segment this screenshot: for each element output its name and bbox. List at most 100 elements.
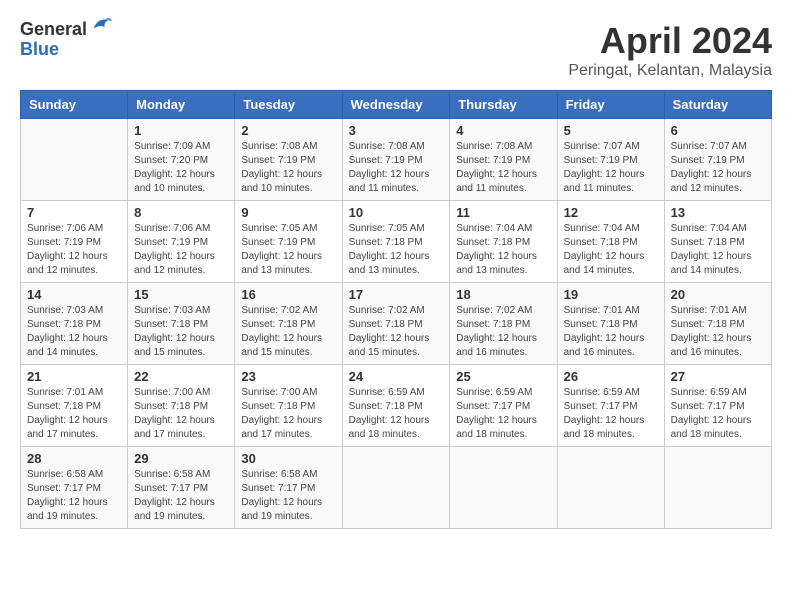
- calendar-cell: [557, 447, 664, 529]
- day-info: Sunrise: 6:59 AM Sunset: 7:17 PM Dayligh…: [564, 386, 658, 442]
- logo-general-text: General: [20, 20, 87, 40]
- day-number: 8: [134, 205, 228, 220]
- calendar-cell: 29 Sunrise: 6:58 AM Sunset: 7:17 PM Dayli…: [128, 447, 235, 529]
- day-number: 5: [564, 123, 658, 138]
- day-number: 3: [349, 123, 444, 138]
- day-info: Sunrise: 7:06 AM Sunset: 7:19 PM Dayligh…: [27, 222, 121, 278]
- calendar-cell: [21, 119, 128, 201]
- calendar-cell: 28 Sunrise: 6:58 AM Sunset: 7:17 PM Dayli…: [21, 447, 128, 529]
- day-number: 21: [27, 369, 121, 384]
- day-number: 7: [27, 205, 121, 220]
- header-wednesday: Wednesday: [342, 91, 450, 119]
- header-thursday: Thursday: [450, 91, 557, 119]
- day-number: 17: [349, 287, 444, 302]
- calendar-week-row: 21 Sunrise: 7:01 AM Sunset: 7:18 PM Dayli…: [21, 365, 772, 447]
- calendar-cell: 12 Sunrise: 7:04 AM Sunset: 7:18 PM Dayli…: [557, 201, 664, 283]
- calendar-cell: 17 Sunrise: 7:02 AM Sunset: 7:18 PM Dayli…: [342, 283, 450, 365]
- day-number: 28: [27, 451, 121, 466]
- day-number: 16: [241, 287, 335, 302]
- day-info: Sunrise: 7:09 AM Sunset: 7:20 PM Dayligh…: [134, 140, 228, 196]
- day-number: 22: [134, 369, 228, 384]
- calendar-cell: 8 Sunrise: 7:06 AM Sunset: 7:19 PM Daylig…: [128, 201, 235, 283]
- day-info: Sunrise: 7:08 AM Sunset: 7:19 PM Dayligh…: [349, 140, 444, 196]
- day-info: Sunrise: 7:04 AM Sunset: 7:18 PM Dayligh…: [456, 222, 550, 278]
- day-info: Sunrise: 7:00 AM Sunset: 7:18 PM Dayligh…: [134, 386, 228, 442]
- day-number: 4: [456, 123, 550, 138]
- day-number: 20: [671, 287, 765, 302]
- calendar-cell: 26 Sunrise: 6:59 AM Sunset: 7:17 PM Dayli…: [557, 365, 664, 447]
- calendar-cell: 11 Sunrise: 7:04 AM Sunset: 7:18 PM Dayli…: [450, 201, 557, 283]
- calendar-cell: 7 Sunrise: 7:06 AM Sunset: 7:19 PM Daylig…: [21, 201, 128, 283]
- header-saturday: Saturday: [664, 91, 771, 119]
- day-info: Sunrise: 7:08 AM Sunset: 7:19 PM Dayligh…: [456, 140, 550, 196]
- day-info: Sunrise: 7:02 AM Sunset: 7:18 PM Dayligh…: [456, 304, 550, 360]
- calendar-cell: [664, 447, 771, 529]
- calendar-cell: 1 Sunrise: 7:09 AM Sunset: 7:20 PM Daylig…: [128, 119, 235, 201]
- calendar-cell: 15Sunrise: 7:03 AM Sunset: 7:18 PM Dayli…: [128, 283, 235, 365]
- day-info: Sunrise: 7:05 AM Sunset: 7:19 PM Dayligh…: [241, 222, 335, 278]
- day-info: Sunrise: 7:03 AM Sunset: 7:18 PM Dayligh…: [27, 304, 121, 360]
- calendar-cell: 19 Sunrise: 7:01 AM Sunset: 7:18 PM Dayli…: [557, 283, 664, 365]
- calendar-cell: 27 Sunrise: 6:59 AM Sunset: 7:17 PM Dayli…: [664, 365, 771, 447]
- day-number: 23: [241, 369, 335, 384]
- day-info: Sunrise: 6:59 AM Sunset: 7:18 PM Dayligh…: [349, 386, 444, 442]
- calendar-cell: 10Sunrise: 7:05 AM Sunset: 7:18 PM Dayli…: [342, 201, 450, 283]
- calendar-cell: 5 Sunrise: 7:07 AM Sunset: 7:19 PM Daylig…: [557, 119, 664, 201]
- day-number: 6: [671, 123, 765, 138]
- day-number: 27: [671, 369, 765, 384]
- day-info: Sunrise: 6:59 AM Sunset: 7:17 PM Dayligh…: [671, 386, 765, 442]
- calendar-cell: 22 Sunrise: 7:00 AM Sunset: 7:18 PM Dayli…: [128, 365, 235, 447]
- day-number: 12: [564, 205, 658, 220]
- day-number: 19: [564, 287, 658, 302]
- day-info: Sunrise: 7:02 AM Sunset: 7:18 PM Dayligh…: [349, 304, 444, 360]
- day-number: 24: [349, 369, 444, 384]
- day-info: Sunrise: 7:04 AM Sunset: 7:18 PM Dayligh…: [564, 222, 658, 278]
- calendar-cell: 6 Sunrise: 7:07 AM Sunset: 7:19 PM Daylig…: [664, 119, 771, 201]
- logo: General Blue: [20, 20, 112, 60]
- calendar-cell: 16 Sunrise: 7:02 AM Sunset: 7:18 PM Dayli…: [235, 283, 342, 365]
- calendar-cell: [342, 447, 450, 529]
- day-info: Sunrise: 6:58 AM Sunset: 7:17 PM Dayligh…: [27, 468, 121, 524]
- calendar-cell: 2Sunrise: 7:08 AM Sunset: 7:19 PM Daylig…: [235, 119, 342, 201]
- day-info: Sunrise: 7:01 AM Sunset: 7:18 PM Dayligh…: [27, 386, 121, 442]
- calendar-cell: [450, 447, 557, 529]
- day-info: Sunrise: 7:00 AM Sunset: 7:18 PM Dayligh…: [241, 386, 335, 442]
- calendar-cell: 25Sunrise: 6:59 AM Sunset: 7:17 PM Dayli…: [450, 365, 557, 447]
- calendar-cell: 13 Sunrise: 7:04 AM Sunset: 7:18 PM Dayli…: [664, 201, 771, 283]
- header-monday: Monday: [128, 91, 235, 119]
- day-number: 2: [241, 123, 335, 138]
- day-info: Sunrise: 7:02 AM Sunset: 7:18 PM Dayligh…: [241, 304, 335, 360]
- day-info: Sunrise: 7:01 AM Sunset: 7:18 PM Dayligh…: [671, 304, 765, 360]
- header-sunday: Sunday: [21, 91, 128, 119]
- calendar-cell: 21 Sunrise: 7:01 AM Sunset: 7:18 PM Dayli…: [21, 365, 128, 447]
- calendar-cell: 30Sunrise: 6:58 AM Sunset: 7:17 PM Dayli…: [235, 447, 342, 529]
- day-info: Sunrise: 6:58 AM Sunset: 7:17 PM Dayligh…: [241, 468, 335, 524]
- day-number: 1: [134, 123, 228, 138]
- calendar-week-row: 14Sunrise: 7:03 AM Sunset: 7:18 PM Dayli…: [21, 283, 772, 365]
- day-info: Sunrise: 7:07 AM Sunset: 7:19 PM Dayligh…: [671, 140, 765, 196]
- day-info: Sunrise: 7:03 AM Sunset: 7:18 PM Dayligh…: [134, 304, 228, 360]
- header-tuesday: Tuesday: [235, 91, 342, 119]
- day-number: 29: [134, 451, 228, 466]
- day-number: 13: [671, 205, 765, 220]
- day-number: 18: [456, 287, 550, 302]
- page-header: General Blue April 2024 Peringat, Kelant…: [20, 20, 772, 80]
- day-info: Sunrise: 7:06 AM Sunset: 7:19 PM Dayligh…: [134, 222, 228, 278]
- day-number: 26: [564, 369, 658, 384]
- calendar-cell: 4 Sunrise: 7:08 AM Sunset: 7:19 PM Daylig…: [450, 119, 557, 201]
- day-number: 9: [241, 205, 335, 220]
- day-info: Sunrise: 7:01 AM Sunset: 7:18 PM Dayligh…: [564, 304, 658, 360]
- day-number: 11: [456, 205, 550, 220]
- day-info: Sunrise: 7:07 AM Sunset: 7:19 PM Dayligh…: [564, 140, 658, 196]
- day-number: 10: [349, 205, 444, 220]
- day-info: Sunrise: 6:58 AM Sunset: 7:17 PM Dayligh…: [134, 468, 228, 524]
- calendar-cell: 18 Sunrise: 7:02 AM Sunset: 7:18 PM Dayli…: [450, 283, 557, 365]
- day-info: Sunrise: 6:59 AM Sunset: 7:17 PM Dayligh…: [456, 386, 550, 442]
- location: Peringat, Kelantan, Malaysia: [568, 62, 772, 80]
- day-info: Sunrise: 7:04 AM Sunset: 7:18 PM Dayligh…: [671, 222, 765, 278]
- calendar-cell: 9 Sunrise: 7:05 AM Sunset: 7:19 PM Daylig…: [235, 201, 342, 283]
- calendar-week-row: 1 Sunrise: 7:09 AM Sunset: 7:20 PM Daylig…: [21, 119, 772, 201]
- month-title: April 2024: [568, 20, 772, 62]
- calendar-week-row: 7 Sunrise: 7:06 AM Sunset: 7:19 PM Daylig…: [21, 201, 772, 283]
- calendar-table: SundayMondayTuesdayWednesdayThursdayFrid…: [20, 90, 772, 529]
